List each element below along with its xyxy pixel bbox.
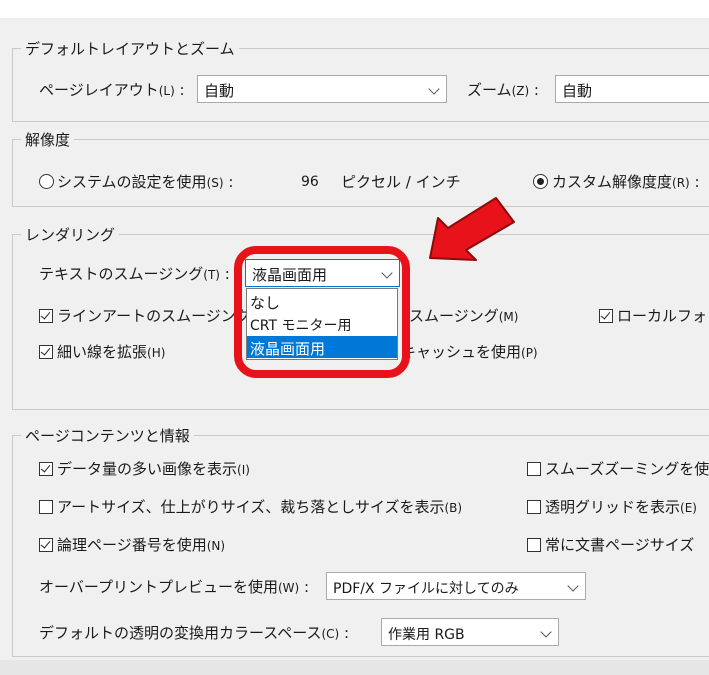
red-arrow-icon (429, 197, 515, 261)
chevron-down-icon (567, 580, 579, 592)
overprint-label: オーバープリントプレビューを使用(W) : (39, 578, 310, 596)
cache-label: キャッシュを使用(P) (401, 343, 538, 361)
custom-resolution-label: カスタム解像度度(R) : (552, 173, 700, 191)
local-fonts-checkbox[interactable] (599, 309, 613, 323)
text-smoothing-label: テキストのスムージング(T) : (39, 265, 230, 283)
top-strip (0, 0, 709, 18)
dpi-value: 96 (301, 174, 319, 190)
chevron-down-icon (540, 626, 552, 638)
blend-space-label: デフォルトの透明の変換用カラースペース(C) : (39, 624, 350, 642)
large-images-checkbox[interactable] (39, 462, 53, 476)
zoom-value: 自動 (562, 82, 593, 100)
default-layout-group-title: デフォルトレイアウトとズーム (21, 38, 239, 59)
art-trim-label: アートサイズ、仕上がりサイズ、裁ち落としサイズを表示(B) (57, 498, 463, 516)
transparency-grid-checkbox[interactable] (527, 500, 541, 514)
custom-resolution-radio[interactable] (533, 174, 548, 189)
thin-lines-label: 細い線を拡張(H) (57, 343, 166, 361)
zoom-select[interactable]: 自動 (555, 75, 709, 103)
doc-page-size-checkbox[interactable] (527, 538, 541, 552)
thin-lines-checkbox[interactable] (39, 345, 53, 359)
doc-page-size-label: 常に文書ページサイズ (545, 536, 695, 554)
smooth-zoom-label: スムーズズーミングを使 (545, 460, 709, 478)
transparency-grid-label: 透明グリッドを表示(E) (545, 498, 697, 516)
rendering-group-title: レンダリング (21, 224, 120, 245)
page-layout-label: ページレイアウト(L) : (39, 81, 185, 99)
page-content-group-title: ページコンテンツと情報 (21, 425, 194, 446)
overprint-value: PDF/X ファイルに対してのみ (333, 581, 519, 597)
page-layout-value: 自動 (204, 82, 235, 100)
overprint-select[interactable]: PDF/X ファイルに対してのみ (326, 572, 586, 600)
chevron-down-icon (428, 83, 440, 95)
logical-page-label: 論理ページ番号を使用(N) (57, 536, 226, 554)
default-layout-group: デフォルトレイアウトとズーム ページレイアウト(L) : 自動 ズーム(Z) :… (12, 38, 709, 122)
bottom-bar (0, 660, 709, 675)
blend-space-value: 作業用 RGB (388, 627, 465, 643)
smooth-zoom-checkbox[interactable] (527, 462, 541, 476)
highlight-ring (234, 246, 410, 378)
large-images-label: データ量の多い画像を表示(I) (57, 460, 250, 478)
line-art-smoothing-label: ラインアートのスムージング (57, 307, 251, 325)
art-trim-checkbox[interactable] (39, 500, 53, 514)
resolution-group-title: 解像度 (21, 129, 75, 150)
system-setting-radio[interactable] (39, 174, 54, 189)
page-content-group: ページコンテンツと情報 データ量の多い画像を表示(I) スムーズズーミングを使 … (12, 425, 709, 657)
local-fonts-label: ローカルフォン (617, 307, 709, 325)
line-art-smoothing-checkbox[interactable] (39, 309, 53, 323)
resolution-group: 解像度 システムの設定を使用(S) : 96 ピクセル / インチ カスタム解像… (12, 129, 709, 207)
page-layout-select[interactable]: 自動 (197, 75, 447, 103)
logical-page-checkbox[interactable] (39, 538, 53, 552)
zoom-label: ズーム(Z) : (467, 81, 539, 99)
blend-space-select[interactable]: 作業用 RGB (381, 618, 559, 646)
system-setting-label: システムの設定を使用(S) : (57, 173, 234, 191)
image-smoothing-label: スムージング(M) (409, 307, 519, 325)
